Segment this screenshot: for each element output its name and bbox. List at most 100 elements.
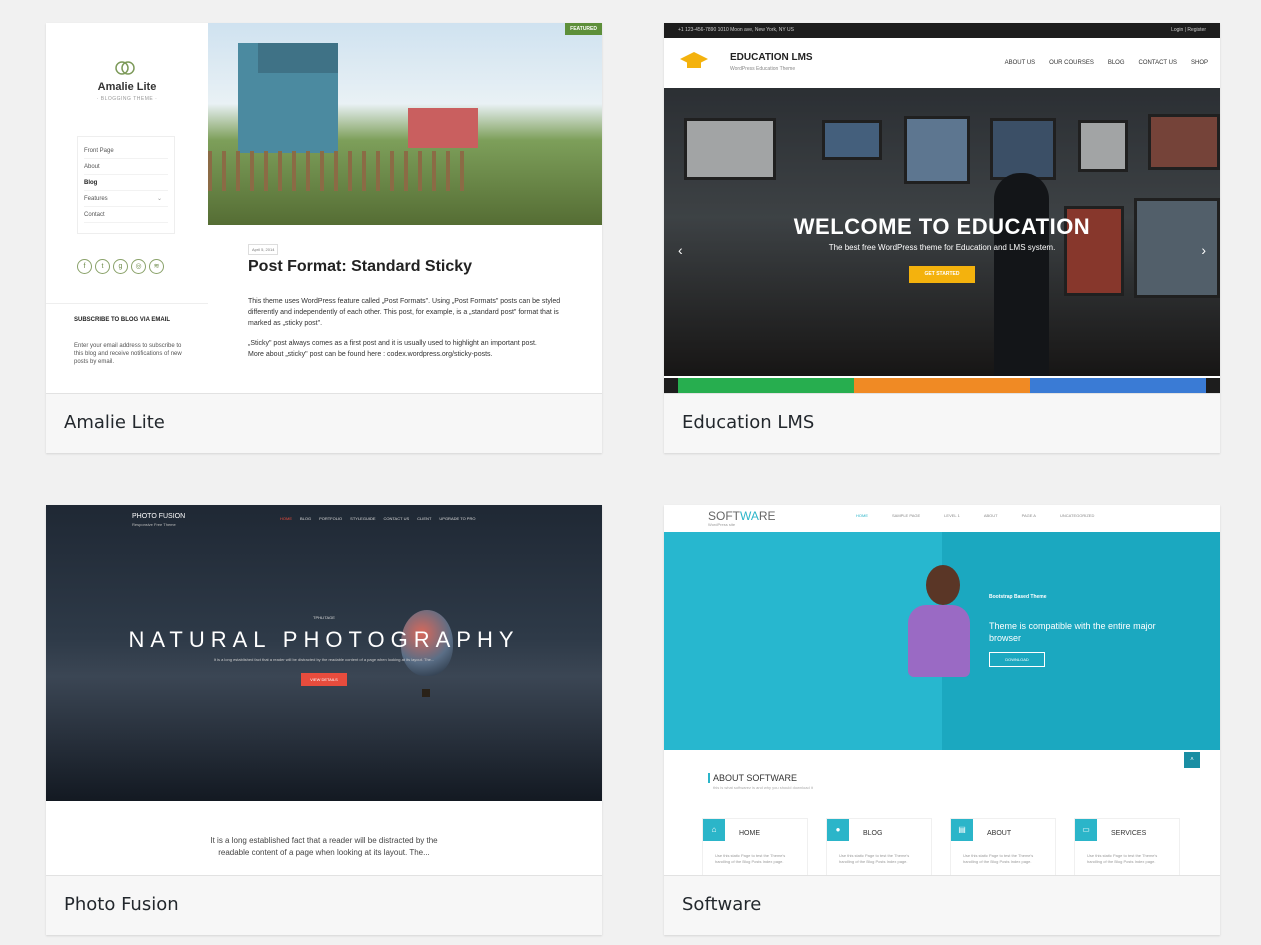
menu-item: About: [84, 159, 168, 175]
woman-with-headset: [926, 565, 960, 605]
header-nav: EDUCATION LMS WordPress Education Theme …: [664, 38, 1220, 88]
hero-banner: Bootstrap Based Theme Theme is compatibl…: [664, 532, 1220, 768]
post-title: Post Format: Standard Sticky: [248, 258, 473, 275]
logo-accent-text: WA: [740, 509, 759, 523]
subscribe-widget: SUBSCRIBE TO BLOG VIA EMAIL Enter your e…: [46, 303, 208, 393]
featured-photo: FEATURED: [208, 23, 602, 225]
instagram-icon: ◎: [131, 259, 146, 274]
fence-image: [208, 151, 468, 191]
menu-item: BLOG: [300, 516, 312, 521]
hero-title: WELCOME TO EDUCATION: [793, 214, 1091, 239]
main-menu: HOME BLOG PORTFOLIO STYLEGUIDE CONTACT U…: [280, 516, 475, 521]
amalie-sidebar: Amalie Lite · BLOGGING THEME · Front Pag…: [46, 23, 208, 393]
feature-boxes: ⌂ HOME Use this static Page to test the …: [702, 818, 1182, 875]
home-icon: ⌂: [703, 819, 725, 841]
theme-card-education-lms[interactable]: +1 123-456-7890 1010 Moon ave, New York,…: [664, 23, 1220, 453]
feature-title: BLOG: [863, 830, 883, 837]
house-image: [408, 108, 478, 148]
theme-caption[interactable]: Amalie Lite: [46, 393, 602, 453]
menu-item: Contact: [84, 207, 168, 223]
chevron-right-icon[interactable]: ›: [1201, 242, 1206, 258]
color-stripes: [664, 378, 1220, 393]
login-register: Login | Register: [1171, 27, 1206, 33]
menu-item: Front Page: [84, 143, 168, 159]
theme-card-software[interactable]: SOFTWARE WordPress site HOME SAMPLE PAGE…: [664, 505, 1220, 935]
theme-screenshot[interactable]: PHOTO FUSION Responsive Free Theme HOME …: [46, 505, 602, 875]
theme-name: Software: [682, 894, 762, 915]
hero-banner: PHOTO FUSION Responsive Free Theme HOME …: [46, 505, 602, 801]
balloon-basket: [422, 689, 430, 697]
menu-item: CONTACT US: [383, 516, 410, 521]
menu-item: CLIENT: [417, 516, 432, 521]
site-logo: SOFTWARE: [708, 509, 776, 523]
menu-item: PORTFOLIO: [319, 516, 343, 521]
feature-text: Use this static Page to test the Theme's…: [715, 853, 786, 864]
menu-item: LEVEL 1: [944, 513, 960, 518]
hero-slider: WELCOME TO EDUCATION The best free WordP…: [664, 88, 1220, 376]
stripe-orange: [854, 378, 1030, 393]
about-icon: ▤: [951, 819, 973, 841]
twitter-icon: t: [95, 259, 110, 274]
main-menu: ABOUT US OUR COURSES BLOG CONTACT US SHO…: [1005, 60, 1208, 66]
leaf-logo-icon: [115, 61, 135, 75]
post-paragraph: „Sticky" post always comes as a first po…: [248, 340, 537, 347]
theme-card-photo-fusion[interactable]: PHOTO FUSION Responsive Free Theme HOME …: [46, 505, 602, 935]
menu-item: PAGE A: [1021, 513, 1036, 518]
rss-icon: ≋: [149, 259, 164, 274]
menu-item: CONTACT US: [1138, 60, 1177, 66]
blog-icon: ●: [827, 819, 849, 841]
stripe-blue: [1030, 378, 1206, 393]
feature-box: ⌂ HOME Use this static Page to test the …: [702, 818, 808, 875]
menu-item: ABOUT: [983, 513, 998, 518]
menu-item: HOME: [856, 513, 868, 518]
brand-subtitle: Responsive Free Theme: [132, 522, 176, 527]
feature-box: ▭ SERVICES Use this static Page to test …: [1074, 818, 1180, 875]
theme-screenshot[interactable]: Amalie Lite · BLOGGING THEME · Front Pag…: [46, 23, 602, 393]
chevron-left-icon[interactable]: ‹: [678, 242, 683, 258]
menu-item: SHOP: [1190, 60, 1208, 66]
theme-caption[interactable]: Software: [664, 875, 1220, 935]
woman-with-headset: [908, 605, 970, 677]
hero-tag: TPHLITAGE: [313, 615, 335, 620]
subscribe-title: SUBSCRIBE TO BLOG VIA EMAIL: [74, 317, 171, 323]
scroll-up-icon[interactable]: ˄: [1184, 752, 1200, 768]
theme-card-amalie-lite[interactable]: Amalie Lite · BLOGGING THEME · Front Pag…: [46, 23, 602, 453]
menu-item: BLOG: [1107, 60, 1125, 66]
menu-item: UNCATEGORIZED: [1059, 513, 1095, 518]
about-subtitle: this is what softwarez is and why you sh…: [713, 785, 813, 790]
feature-box: ▤ ABOUT Use this static Page to test the…: [950, 818, 1056, 875]
theme-screenshot[interactable]: SOFTWARE WordPress site HOME SAMPLE PAGE…: [664, 505, 1220, 875]
graduation-cap-icon: [680, 52, 708, 68]
feature-title: SERVICES: [1111, 830, 1147, 837]
hero-description: It is a long established fact that a rea…: [213, 657, 435, 662]
theme-caption[interactable]: Photo Fusion: [46, 875, 602, 935]
hero-headline: Theme is compatible with the entire majo…: [989, 621, 1156, 643]
post-paragraph: More about „sticky" post can be found he…: [248, 351, 493, 358]
house-image: [238, 43, 338, 153]
about-title: ABOUT SOFTWARE: [708, 773, 797, 783]
sidebar-menu: Front Page About Blog Features ⌄ Contact: [77, 136, 175, 234]
site-tagline: · BLOGGING THEME ·: [96, 96, 158, 102]
post-paragraph: This theme uses WordPress feature called…: [248, 298, 561, 327]
view-details-button[interactable]: VIEW DETAILS: [301, 673, 347, 686]
get-started-button[interactable]: GET STARTED: [909, 266, 975, 283]
brand-name: PHOTO FUSION: [132, 513, 186, 520]
theme-screenshot[interactable]: +1 123-456-7890 1010 Moon ave, New York,…: [664, 23, 1220, 393]
site-title: Amalie Lite: [97, 81, 157, 93]
menu-item: HOME: [280, 516, 292, 521]
intro-text: It is a long established fact that a rea…: [210, 836, 438, 857]
feature-box: ● BLOG Use this static Page to test the …: [826, 818, 932, 875]
menu-item: UPGRADE TO PRO: [439, 516, 476, 521]
theme-caption[interactable]: Education LMS: [664, 393, 1220, 453]
top-bar: +1 123-456-7890 1010 Moon ave, New York,…: [664, 23, 1220, 38]
google-plus-icon: g: [113, 259, 128, 274]
menu-item: Blog: [84, 175, 168, 191]
download-button[interactable]: DOWNLOAD: [989, 652, 1045, 667]
theme-name: Education LMS: [682, 412, 815, 433]
menu-item: SAMPLE PAGE: [892, 513, 921, 518]
menu-item: ABOUT US: [1004, 60, 1036, 66]
post-body: This theme uses WordPress feature called…: [248, 296, 568, 369]
contact-info: +1 123-456-7890 1010 Moon ave, New York,…: [678, 27, 794, 33]
featured-badge: FEATURED: [565, 23, 602, 35]
brand-name: EDUCATION LMS: [730, 52, 813, 63]
